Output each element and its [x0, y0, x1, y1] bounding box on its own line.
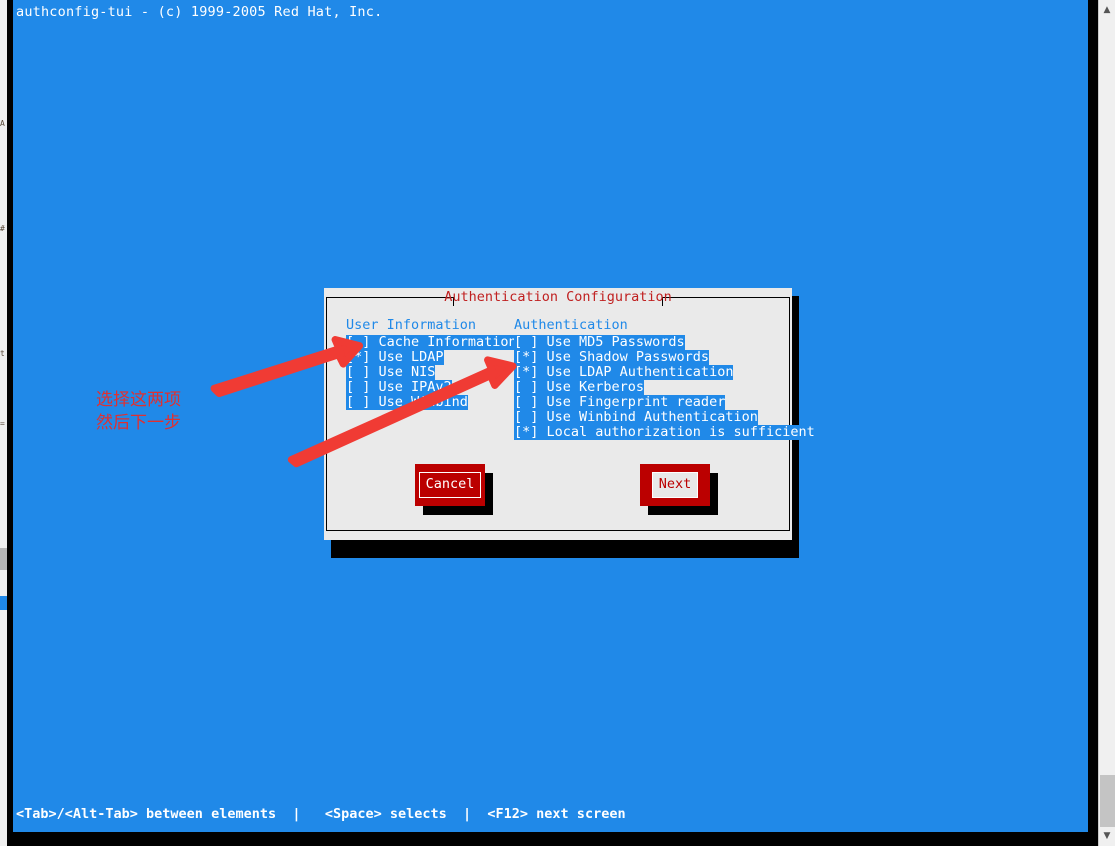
checkbox-row: [*] Local authorization is sufficient — [514, 423, 815, 440]
sliver-artifact-1: A — [0, 120, 5, 128]
sliver-artifact-3: t — [0, 350, 5, 358]
sliver-artifact-6 — [0, 596, 7, 610]
screen-root: A # t = authconfig-tui - (c) 1999-2005 R… — [0, 0, 1115, 846]
checkbox-row: [*] Use Shadow Passwords — [514, 348, 815, 365]
terminal-title: authconfig-tui - (c) 1999-2005 Red Hat, … — [16, 4, 383, 20]
annotation-line-2: 然后下一步 — [96, 413, 181, 433]
authentication-configuration-dialog: Authentication Configuration User Inform… — [324, 288, 815, 540]
checkbox-row: [ ] Use Winbind — [346, 393, 517, 410]
checkbox-use-winbind[interactable]: [ ] Use Winbind — [346, 395, 468, 410]
checkbox-row: [*] Use LDAP Authentication — [514, 363, 815, 380]
annotation-text: 选择这两项然后下一步 — [96, 389, 181, 435]
terminal-status-bar: <Tab>/<Alt-Tab> between elements | <Spac… — [16, 806, 626, 822]
dialog-border-left — [326, 297, 327, 530]
column-user-information: User Information [ ] Cache Information [… — [346, 317, 517, 410]
next-button-label: Next — [649, 470, 701, 500]
checkbox-local-authorization-is-sufficient[interactable]: [*] Local authorization is sufficient — [514, 425, 815, 440]
checkbox-row: [ ] Use Winbind Authentication — [514, 408, 815, 425]
sliver-artifact-2: # — [0, 225, 5, 233]
column-heading-authentication: Authentication — [514, 317, 628, 333]
checkbox-row: [*] Use LDAP — [346, 348, 517, 365]
column-heading-user-information: User Information — [346, 317, 477, 333]
vertical-scrollbar[interactable]: ▲ ▼ — [1098, 0, 1115, 846]
chevron-up-icon[interactable]: ▲ — [1099, 2, 1115, 18]
checkbox-row: [ ] Cache Information — [346, 333, 517, 350]
dialog-title: Authentication Configuration — [444, 289, 672, 305]
sliver-artifact-5 — [0, 548, 7, 570]
next-button-wrap: Next — [640, 464, 718, 515]
dialog-border-bottom — [326, 530, 790, 531]
next-button[interactable]: Next — [640, 464, 710, 506]
checkbox-row: [ ] Use NIS — [346, 363, 517, 380]
column-authentication: Authentication [ ] Use MD5 Passwords [*]… — [514, 317, 815, 440]
background-window-sliver: A # t = — [0, 0, 7, 846]
annotation-line-1: 选择这两项 — [96, 390, 181, 410]
checkbox-row: [ ] Use Fingerprint reader — [514, 393, 815, 410]
scrollbar-thumb[interactable] — [1100, 775, 1115, 827]
sliver-artifact-4: = — [0, 420, 5, 428]
checkbox-row: [ ] Use IPAv2 — [346, 378, 517, 395]
cancel-button-wrap: Cancel — [415, 464, 493, 515]
cancel-button[interactable]: Cancel — [415, 464, 485, 506]
checkbox-row: [ ] Use MD5 Passwords — [514, 333, 815, 350]
checkbox-row: [ ] Use Kerberos — [514, 378, 815, 395]
cancel-button-label: Cancel — [418, 472, 482, 498]
terminal-window: authconfig-tui - (c) 1999-2005 Red Hat, … — [13, 0, 1088, 832]
chevron-down-icon[interactable]: ▼ — [1099, 828, 1115, 844]
